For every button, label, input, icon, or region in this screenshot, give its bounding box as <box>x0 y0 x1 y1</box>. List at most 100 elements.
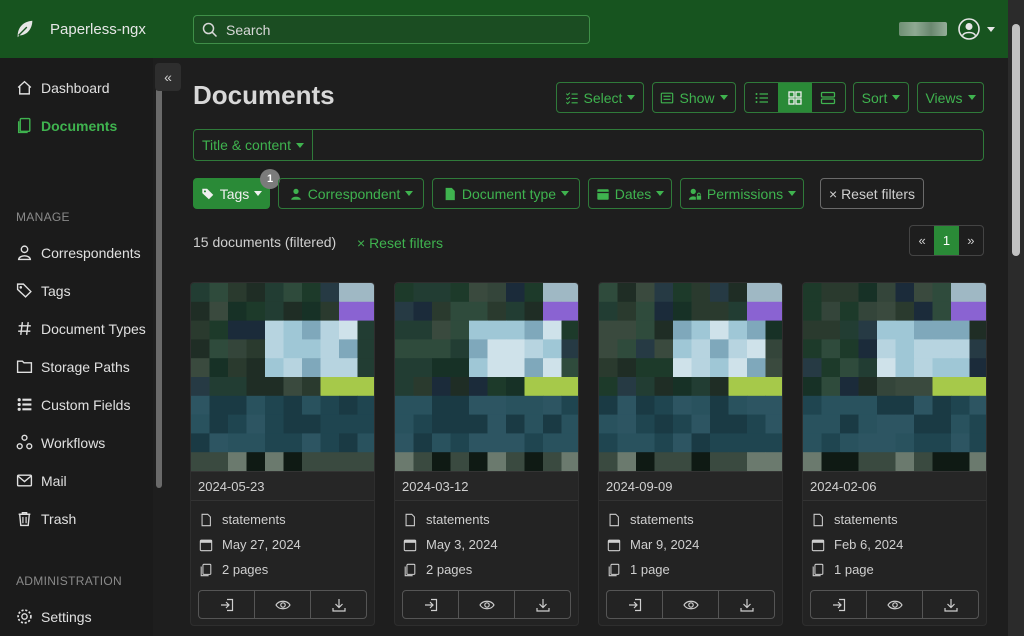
sidebar-collapse-button[interactable]: « <box>155 63 181 91</box>
sidebar-item-tags[interactable]: Tags <box>16 282 71 299</box>
eye-icon <box>886 600 903 609</box>
sidebar-item-label: Storage Paths <box>41 358 130 375</box>
search-box[interactable] <box>193 15 590 44</box>
download-icon <box>943 598 958 612</box>
reset-filters-link[interactable]: × Reset filters <box>357 235 443 251</box>
pager-page-current[interactable]: 1 <box>934 226 959 255</box>
sort-dropdown-button[interactable]: Sort <box>853 82 909 113</box>
views-dropdown-button[interactable]: Views <box>917 82 984 113</box>
sidebar-item-document-types[interactable]: Document Types <box>16 320 146 337</box>
sidebar-item-mail[interactable]: Mail <box>16 472 67 489</box>
document-pages-row: 1 page <box>607 562 670 577</box>
show-dropdown-button[interactable]: Show <box>652 82 736 113</box>
user-menu-button[interactable] <box>957 17 995 41</box>
reset-filters-label: × Reset filters <box>829 185 915 202</box>
document-type-row: statements <box>607 512 694 527</box>
preview-document-button[interactable] <box>459 591 515 618</box>
open-icon <box>628 598 641 611</box>
document-card[interactable]: 2024-09-09 statements Mar 9, 2024 1 page <box>598 282 783 626</box>
download-document-button[interactable] <box>311 591 366 618</box>
document-card[interactable]: 2024-02-06 statements Feb 6, 2024 1 page <box>802 282 987 626</box>
list-icon <box>755 92 768 103</box>
sidebar-item-settings[interactable]: Settings <box>16 608 92 625</box>
preview-document-button[interactable] <box>867 591 923 618</box>
view-grid-button[interactable] <box>778 83 812 112</box>
download-document-button[interactable] <box>923 591 978 618</box>
document-added-row: May 27, 2024 <box>199 537 301 552</box>
pages-icon <box>608 563 620 576</box>
top-navbar: Paperless-ngx <box>0 0 1024 58</box>
pager-next[interactable]: » <box>959 226 983 255</box>
document-type[interactable]: statements <box>834 512 898 527</box>
sidebar-item-workflows[interactable]: Workflows <box>16 434 105 451</box>
tags-icon <box>16 283 32 298</box>
person-fill-icon <box>290 188 301 200</box>
eye-icon <box>478 600 495 609</box>
document-type-filter-button[interactable]: Document type <box>432 178 580 209</box>
document-page-count: 1 page <box>630 562 670 577</box>
document-added-row: May 3, 2024 <box>403 537 498 552</box>
text-filter-group: Title & content <box>193 129 984 161</box>
reset-filters-button[interactable]: × Reset filters <box>820 178 924 209</box>
username-redacted <box>899 22 947 36</box>
dates-filter-button[interactable]: Dates <box>588 178 672 209</box>
file-fill-icon <box>445 187 455 200</box>
open-document-button[interactable] <box>199 591 255 618</box>
brand[interactable]: Paperless-ngx <box>0 18 193 40</box>
document-type[interactable]: statements <box>222 512 286 527</box>
chevron-down-icon <box>627 95 636 100</box>
correspondent-filter-button[interactable]: Correspondent <box>278 178 424 209</box>
document-title-date: 2024-05-23 <box>191 471 374 501</box>
correspondent-filter-label: Correspondent <box>307 185 401 202</box>
document-thumbnail[interactable] <box>191 283 375 471</box>
view-list-button[interactable] <box>745 83 778 112</box>
document-thumbnail[interactable] <box>395 283 579 471</box>
filter-text-input[interactable] <box>312 130 983 160</box>
sidebar-item-documents[interactable]: Documents <box>16 117 117 134</box>
sidebar-item-correspondents[interactable]: Correspondents <box>16 244 141 261</box>
leaf-logo-icon <box>17 20 33 38</box>
open-document-button[interactable] <box>607 591 663 618</box>
page-scrollbar-thumb[interactable] <box>1012 24 1020 256</box>
download-document-button[interactable] <box>515 591 570 618</box>
view-large-cards-button[interactable] <box>812 83 845 112</box>
file-icon <box>405 513 415 526</box>
sidebar-item-dashboard[interactable]: Dashboard <box>16 79 110 96</box>
select-dropdown-button[interactable]: Select <box>556 82 644 113</box>
preview-document-button[interactable] <box>663 591 719 618</box>
document-thumbnail[interactable] <box>599 283 783 471</box>
chevron-down-icon <box>987 26 995 32</box>
document-thumbnail[interactable] <box>803 283 987 471</box>
filter-type-dropdown[interactable]: Title & content <box>194 130 313 160</box>
document-card[interactable]: 2024-03-12 statements May 3, 2024 2 page… <box>394 282 579 626</box>
sidebar-item-trash[interactable]: Trash <box>16 510 76 527</box>
sidebar-scrollbar[interactable] <box>156 88 162 488</box>
file-icon <box>813 513 823 526</box>
folder-icon <box>16 360 33 374</box>
chevron-down-icon <box>254 191 263 196</box>
document-pages-row: 1 page <box>811 562 874 577</box>
document-added-date: May 3, 2024 <box>426 537 498 552</box>
search-input[interactable] <box>226 21 566 38</box>
document-type[interactable]: statements <box>630 512 694 527</box>
document-type-row: statements <box>403 512 490 527</box>
show-label: Show <box>679 89 715 106</box>
sidebar-item-storage-paths[interactable]: Storage Paths <box>16 358 130 375</box>
chevron-down-icon <box>719 95 728 100</box>
calendar-icon <box>403 539 417 551</box>
pager-prev[interactable]: « <box>910 226 934 255</box>
document-type[interactable]: statements <box>426 512 490 527</box>
open-document-button[interactable] <box>811 591 867 618</box>
tags-filter-button[interactable]: Tags <box>193 178 270 209</box>
display-icon <box>661 92 674 103</box>
views-label: Views <box>925 89 963 106</box>
calendar-icon <box>607 539 621 551</box>
document-card[interactable]: 2024-05-23 statements May 27, 2024 2 pag… <box>190 282 375 626</box>
sidebar-item-custom-fields[interactable]: Custom Fields <box>16 396 130 413</box>
sort-label: Sort <box>861 89 888 106</box>
preview-document-button[interactable] <box>255 591 311 618</box>
open-document-button[interactable] <box>403 591 459 618</box>
page-scrollbar[interactable] <box>1008 0 1024 636</box>
permissions-filter-button[interactable]: Permissions <box>680 178 804 209</box>
download-document-button[interactable] <box>719 591 774 618</box>
